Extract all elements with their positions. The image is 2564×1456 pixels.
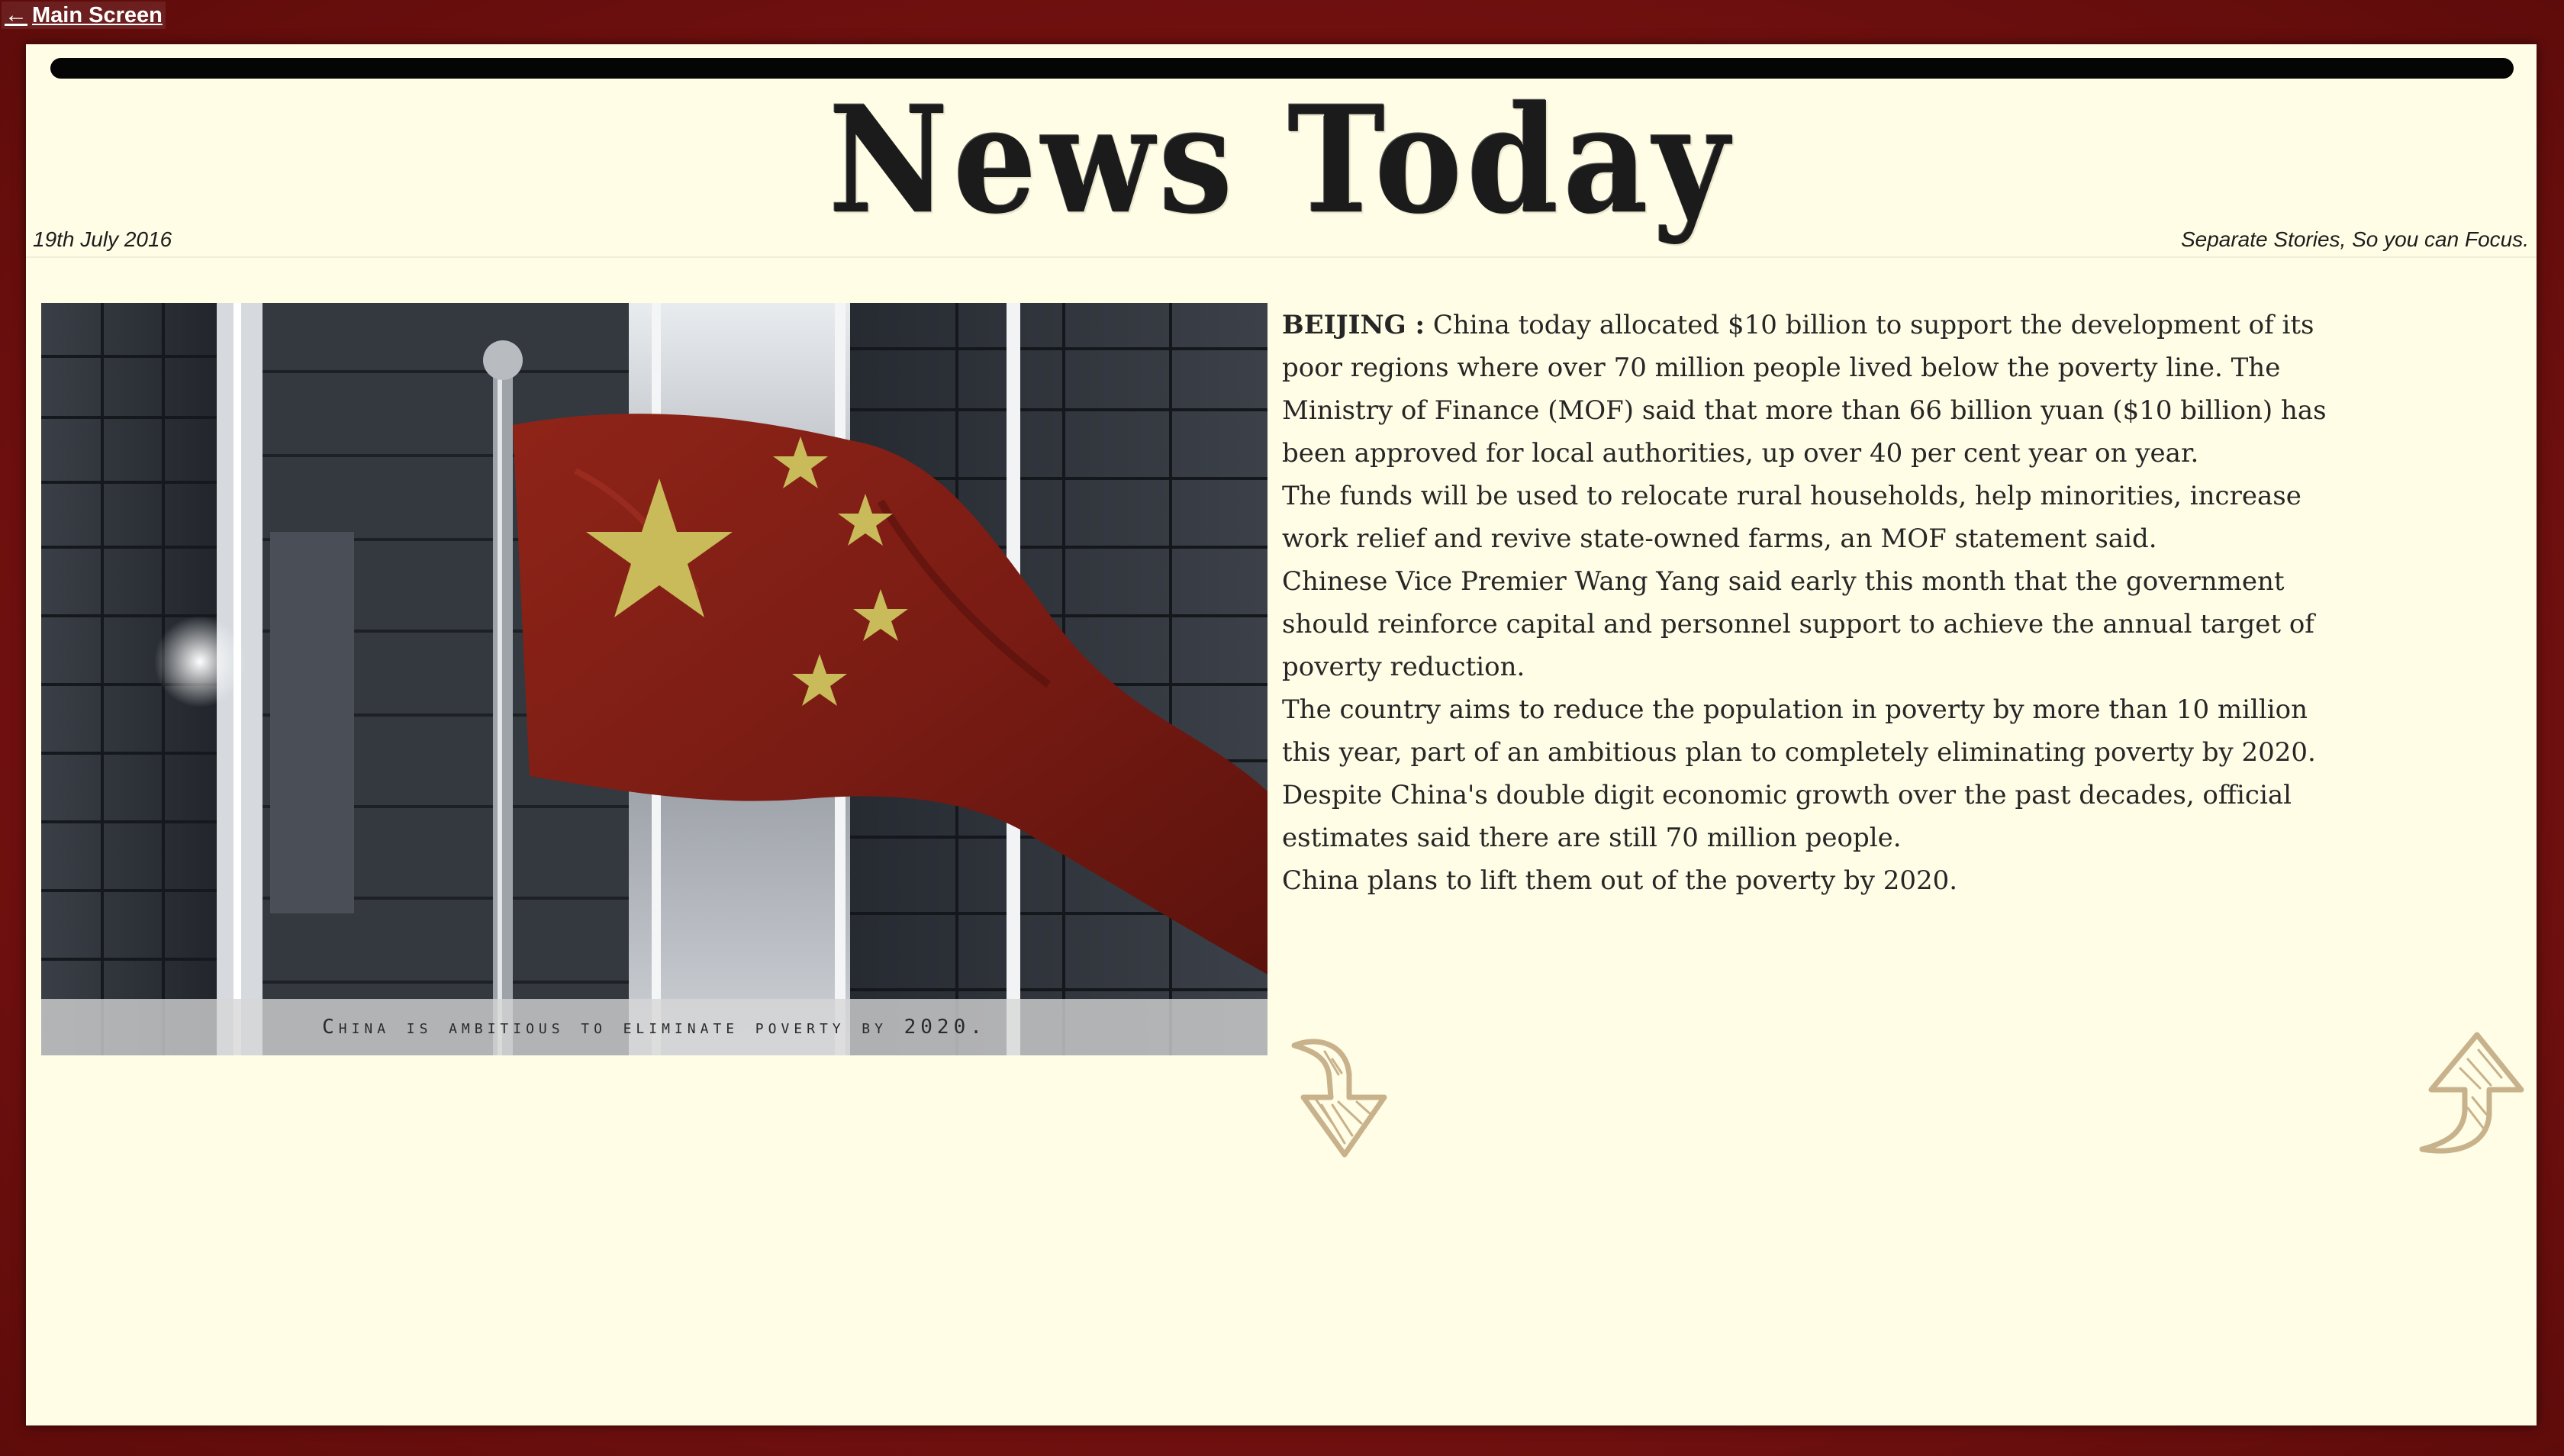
story-lead-paragraph: BEIJING : China today allocated $10 bill… <box>1282 304 2350 475</box>
header-divider <box>26 256 2537 258</box>
newspaper-title: News Today <box>828 72 1735 247</box>
tagline: Separate Stories, So you can Focus. <box>2180 227 2529 251</box>
curved-arrow-down-icon <box>1291 1039 1387 1158</box>
main-screen-label: Main Screen <box>32 2 163 27</box>
newspaper-page: News Today 19th July 2016 Separate Stori… <box>26 44 2537 1425</box>
arrow-left-icon: ← <box>5 2 27 27</box>
next-story-button[interactable] <box>1285 1029 1400 1158</box>
story-paragraph: Chinese Vice Premier Wang Yang said earl… <box>1282 566 2314 682</box>
story-paragraph: The funds will be used to relocate rural… <box>1282 481 2301 554</box>
issue-date: 19th July 2016 <box>33 227 172 251</box>
story-paragraph: China plans to lift them out of the pove… <box>1282 865 1958 896</box>
photo-caption: China is ambitious to eliminate poverty … <box>322 1016 987 1039</box>
previous-story-button[interactable] <box>2414 1029 2529 1158</box>
story-body: BEIJING : China today allocated $10 bill… <box>1282 304 2350 902</box>
story-paragraph: The country aims to reduce the populatio… <box>1282 694 2316 768</box>
china-flag-photo <box>41 303 1268 1055</box>
main-screen-link[interactable]: ← Main Screen <box>2 2 166 29</box>
photo-caption-band: China is ambitious to eliminate poverty … <box>41 999 1268 1055</box>
story-paragraph: Despite China's double digit economic gr… <box>1282 780 2292 853</box>
story-dateline: BEIJING : <box>1282 310 1425 340</box>
story-lead-text: China today allocated $10 billion to sup… <box>1282 310 2327 469</box>
story-photo: China is ambitious to eliminate poverty … <box>41 303 1268 1055</box>
curved-arrow-up-icon <box>2419 1032 2524 1154</box>
